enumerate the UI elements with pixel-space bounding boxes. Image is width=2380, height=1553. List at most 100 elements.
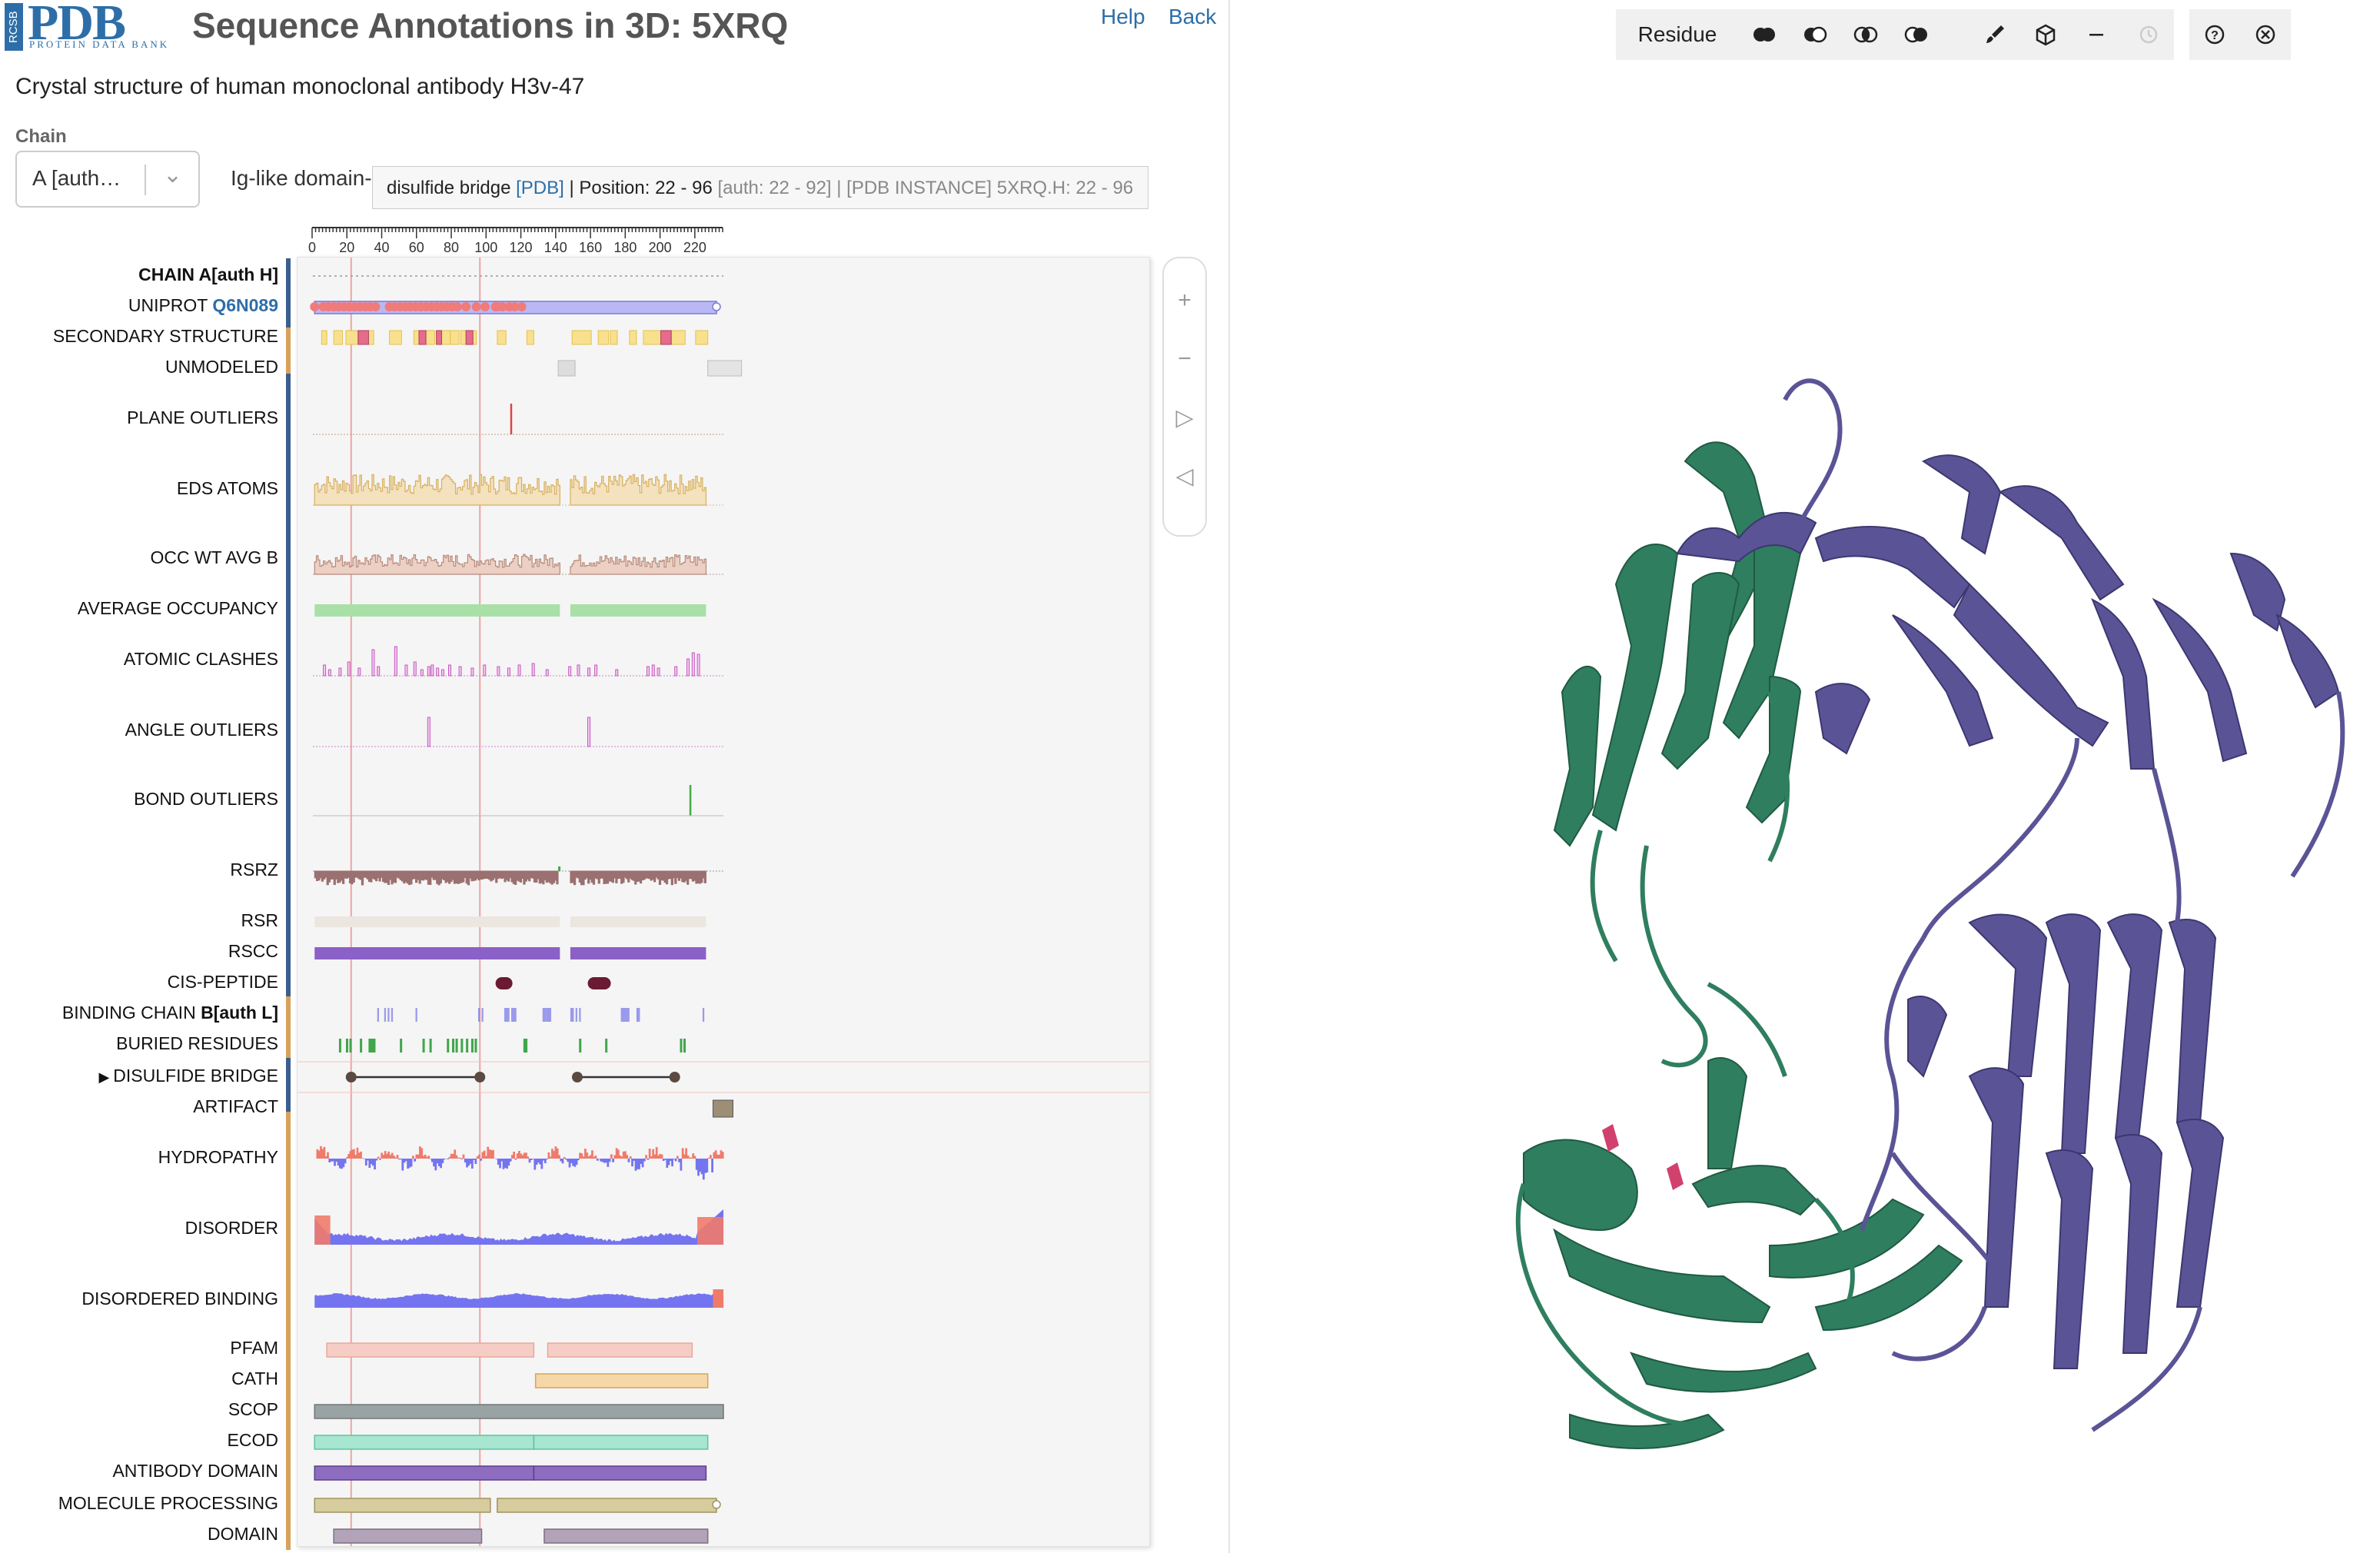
binding-site[interactable] — [387, 1008, 390, 1022]
disordered-binding-area[interactable] — [314, 1293, 724, 1308]
buried-residue[interactable] — [680, 1039, 683, 1053]
cis-peptide[interactable] — [495, 977, 513, 989]
track-label-text: ANGLE OUTLIERS — [125, 720, 278, 740]
buried-residue[interactable] — [400, 1039, 403, 1053]
disorder-high — [314, 1215, 331, 1245]
binding-site[interactable] — [636, 1008, 640, 1022]
buried-residue[interactable] — [447, 1039, 450, 1053]
ss-strand — [321, 330, 327, 345]
tooltip-source-link[interactable]: [PDB] — [516, 178, 564, 198]
molproc-domain[interactable] — [497, 1498, 717, 1513]
buried-residue[interactable] — [429, 1039, 432, 1053]
rsrz-histogram[interactable] — [314, 870, 559, 886]
disulfide-cysteine[interactable] — [345, 1072, 357, 1082]
back-link[interactable]: Back — [1168, 5, 1216, 29]
buried-residue[interactable] — [474, 1039, 477, 1053]
binding-site[interactable] — [579, 1008, 581, 1022]
buried-residue[interactable] — [455, 1039, 458, 1053]
binding-site[interactable] — [391, 1008, 394, 1022]
binding-site[interactable] — [384, 1008, 387, 1022]
ecod-domain[interactable] — [314, 1435, 535, 1450]
help-link[interactable]: Help — [1101, 5, 1145, 29]
rsrz-histogram[interactable] — [570, 870, 706, 886]
buried-residue[interactable] — [466, 1039, 469, 1053]
uniprot-variant[interactable] — [461, 302, 471, 311]
hydropathy-negative — [375, 1159, 378, 1161]
pane-divider[interactable] — [1228, 0, 1230, 1553]
buried-residue[interactable] — [360, 1039, 363, 1053]
buried-residue[interactable] — [345, 1039, 348, 1053]
ss-strand — [425, 330, 435, 345]
buried-residue[interactable] — [349, 1039, 352, 1053]
binding-site[interactable] — [570, 1008, 574, 1022]
scop-domain[interactable] — [314, 1404, 724, 1419]
binding-site[interactable] — [546, 1008, 552, 1022]
cath-domain[interactable] — [534, 1373, 709, 1388]
buried-residue[interactable] — [338, 1039, 341, 1053]
scroll-left-button[interactable]: ◁ — [1164, 463, 1205, 490]
buried-residue[interactable] — [525, 1039, 528, 1053]
zoom-out-button[interactable]: − — [1164, 346, 1205, 372]
binding-site[interactable] — [575, 1008, 577, 1022]
disulfide-cysteine[interactable] — [571, 1072, 583, 1082]
binding-site[interactable] — [415, 1008, 417, 1022]
clash-bar — [615, 669, 619, 677]
uniprot-variant[interactable] — [371, 302, 381, 311]
buried-residue[interactable] — [422, 1039, 425, 1053]
binding-site[interactable] — [481, 1008, 484, 1022]
track-label-abdomain: ANTIBODY DOMAIN — [112, 1461, 278, 1482]
buried-residue[interactable] — [470, 1039, 474, 1053]
pfam-domain[interactable] — [547, 1342, 693, 1358]
pfam-domain[interactable] — [326, 1342, 535, 1358]
buried-residue[interactable] — [460, 1039, 464, 1053]
uniprot-variant[interactable] — [310, 302, 320, 311]
scroll-right-button[interactable]: ▷ — [1164, 404, 1205, 431]
binding-site[interactable] — [542, 1008, 547, 1022]
tracks-board[interactable] — [297, 257, 1150, 1547]
molproc-domain[interactable] — [314, 1498, 491, 1513]
occ-histogram[interactable] — [570, 554, 707, 575]
binding-site[interactable] — [504, 1008, 510, 1022]
buried-residue[interactable] — [605, 1039, 608, 1053]
uniprot-variant[interactable] — [452, 302, 462, 311]
track-group-bar — [286, 258, 291, 328]
chain-select[interactable]: A [auth… ⌄ — [15, 151, 200, 208]
expand-arrow-icon[interactable]: ▶ — [98, 1069, 113, 1085]
domain-domain[interactable] — [333, 1528, 483, 1544]
zoom-in-button[interactable]: + — [1164, 288, 1205, 314]
structure-3d-pane[interactable]: Residue ? — [1232, 0, 2380, 1553]
uniprot-variant[interactable] — [480, 302, 490, 311]
track-label-disulfide[interactable]: ▶ DISULFIDE BRIDGE — [98, 1066, 278, 1086]
disulfide-cysteine[interactable] — [474, 1072, 486, 1082]
binding-site[interactable] — [620, 1008, 630, 1022]
binding-site[interactable] — [477, 1008, 480, 1022]
uniprot-variant[interactable] — [517, 302, 527, 311]
disorder-area[interactable] — [314, 1209, 724, 1245]
track-label-disbind: DISORDERED BINDING — [81, 1289, 278, 1309]
uniprot-accession-link[interactable]: Q6N089 — [212, 295, 278, 315]
binding-site[interactable] — [702, 1008, 705, 1022]
uniprot-variant[interactable] — [471, 302, 481, 311]
ecod-domain[interactable] — [533, 1435, 709, 1450]
abdomain-domain[interactable] — [533, 1465, 707, 1481]
buried-residue[interactable] — [368, 1039, 376, 1053]
hydropathy-positive — [563, 1156, 566, 1159]
rcsb-pdb-logo[interactable]: RCSB PDB PROTEIN DATA BANK — [5, 0, 181, 52]
chain-green-ribbons — [1523, 441, 1963, 1449]
track-group-bar — [286, 1058, 291, 1112]
binding-site[interactable] — [510, 1008, 517, 1022]
cis-peptide[interactable] — [587, 977, 611, 989]
abdomain-domain[interactable] — [314, 1465, 535, 1481]
eds-histogram[interactable] — [570, 474, 707, 506]
buried-residue[interactable] — [452, 1039, 455, 1053]
binding-site[interactable] — [377, 1008, 379, 1022]
domain-domain[interactable] — [543, 1528, 709, 1544]
disulfide-cysteine[interactable] — [669, 1072, 680, 1082]
track-label-rsr: RSR — [241, 910, 278, 931]
ss-helix — [660, 330, 672, 345]
molecule-render[interactable] — [1232, 0, 2380, 1553]
clash-bar — [686, 658, 690, 677]
axis-tick-label: 100 — [474, 240, 497, 255]
buried-residue[interactable] — [579, 1039, 582, 1053]
buried-residue[interactable] — [683, 1039, 686, 1053]
